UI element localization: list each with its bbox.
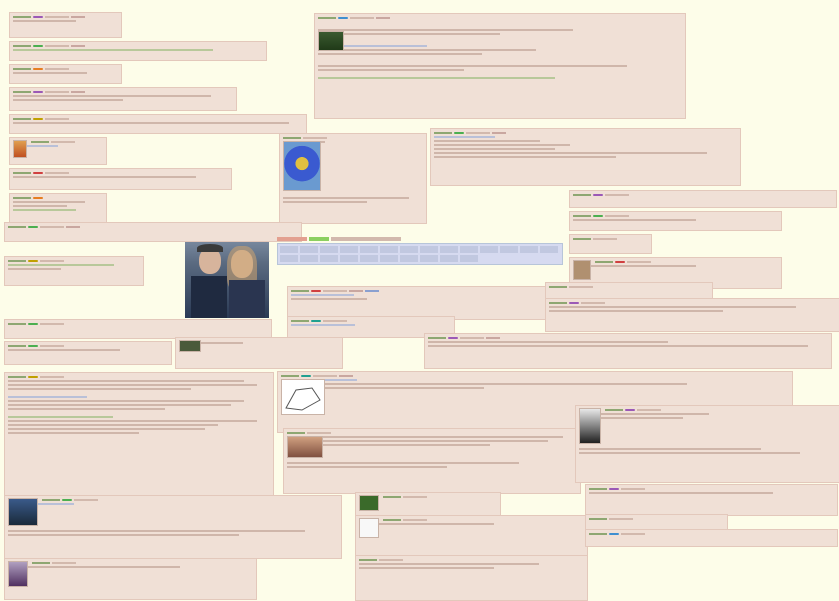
- reply-post: [9, 87, 237, 111]
- thread-navigation-strip: [277, 237, 563, 271]
- reply-post: [175, 337, 343, 369]
- reply-post: [9, 168, 232, 190]
- figure-thumb-icon[interactable]: [573, 260, 591, 280]
- reply-post: [4, 372, 274, 498]
- reply-post: [569, 211, 782, 231]
- portrait-thumb-icon[interactable]: [13, 140, 27, 158]
- reply-post: [569, 234, 652, 254]
- bird-thumb-icon[interactable]: [359, 495, 379, 511]
- night-scene-thumb-icon[interactable]: [318, 31, 344, 51]
- reply-post: [283, 428, 581, 494]
- op-post: [314, 13, 686, 119]
- reply-link-grid[interactable]: [277, 243, 563, 265]
- reply-post: [4, 256, 144, 286]
- bird-thumb-icon[interactable]: [283, 141, 321, 191]
- sketch-thumb-icon[interactable]: [281, 379, 325, 415]
- reply-post: [4, 495, 342, 559]
- couple-photo-icon[interactable]: [185, 240, 269, 318]
- reply-post: [4, 341, 172, 365]
- reply-post: [424, 333, 832, 369]
- reply-post: [9, 12, 122, 38]
- reply-post: [575, 405, 839, 483]
- portrait-thumb-icon[interactable]: [8, 561, 28, 587]
- reply-post: [279, 133, 427, 224]
- reply-post: [585, 529, 838, 547]
- reply-post: [9, 64, 122, 84]
- reply-post: [9, 114, 307, 134]
- figure-thumb-icon[interactable]: [579, 408, 601, 444]
- image-thumb-icon[interactable]: [179, 340, 201, 352]
- reply-post: [585, 484, 838, 516]
- reply-post: [355, 555, 588, 601]
- reply-post: [569, 190, 837, 208]
- reply-post: [4, 319, 272, 339]
- reply-post: [355, 515, 588, 557]
- person-thumb-icon[interactable]: [287, 436, 323, 458]
- reply-post: [287, 286, 547, 320]
- night-scene-thumb-icon[interactable]: [8, 498, 38, 526]
- reply-post: [4, 558, 257, 600]
- reply-post: [430, 128, 741, 186]
- reply-post: [9, 41, 267, 61]
- reply-post: [4, 222, 302, 242]
- reply-post: [545, 298, 839, 332]
- sketch-thumb-icon[interactable]: [359, 518, 379, 538]
- reply-post: [9, 137, 107, 165]
